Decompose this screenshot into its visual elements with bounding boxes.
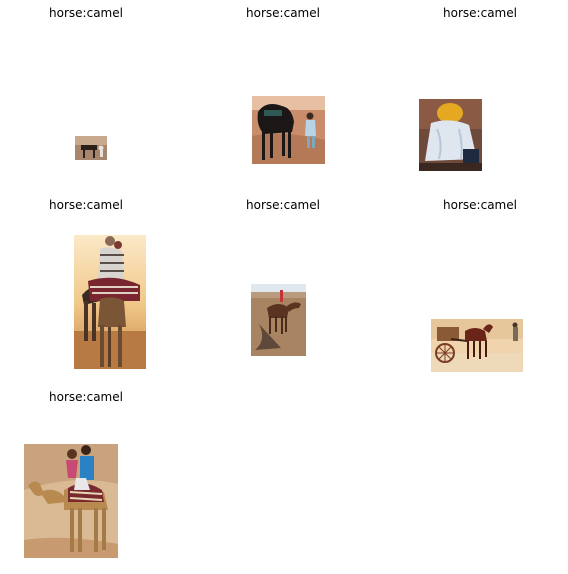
cell-7-image [24,444,118,558]
cell-4-caption: horse:camel [49,198,123,212]
cell-6-caption: horse:camel [443,198,517,212]
cell-1-image [75,136,107,160]
cell-2-image [252,96,325,164]
cell-7-caption: horse:camel [49,390,123,404]
cell-3-image [419,99,482,171]
cell-1-caption: horse:camel [49,6,123,20]
cell-5-image [251,284,306,356]
cell-3-caption: horse:camel [443,6,517,20]
cell-4-image [74,235,146,369]
cell-2-caption: horse:camel [246,6,320,20]
cell-5-caption: horse:camel [246,198,320,212]
cell-6-image [431,319,523,372]
